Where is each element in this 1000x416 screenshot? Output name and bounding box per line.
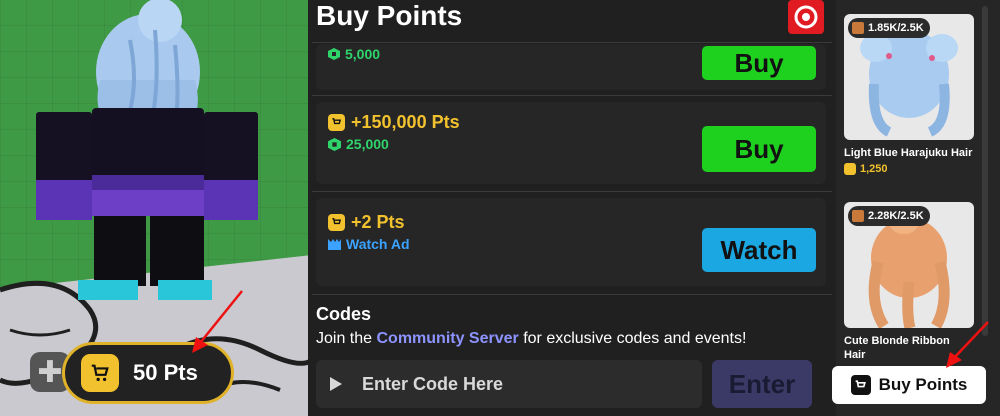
- offer-price-value: Watch Ad: [346, 236, 410, 252]
- codes-desc-suffix: for exclusive codes and events!: [518, 330, 747, 347]
- buy-button[interactable]: Buy: [702, 46, 816, 80]
- codes-description: Join the Community Server for exclusive …: [316, 330, 746, 348]
- shop-scrollbar[interactable]: [982, 6, 988, 336]
- play-icon: [330, 377, 342, 391]
- watch-button-label: Watch: [720, 234, 798, 265]
- buy-points-panel: Buy Points 5,000 Buy +150,000 Pts 25,000…: [308, 0, 836, 416]
- offer-amount: +2 Pts: [328, 212, 405, 233]
- offer-card: +150,000 Pts 25,000 Buy: [316, 102, 826, 184]
- offer-amount: +150,000 Pts: [328, 112, 460, 133]
- shop-item-thumbnail: 2.28K/2.5K: [844, 202, 974, 328]
- robux-icon: [328, 48, 340, 60]
- shop-item-card[interactable]: 1.85K/2.5K Light Blue Harajuku Hair 1,25…: [844, 14, 974, 175]
- shop-item-thumbnail: 1.85K/2.5K: [844, 14, 974, 140]
- cart-icon: [328, 214, 345, 231]
- divider: [312, 191, 832, 192]
- divider: [312, 294, 832, 295]
- plus-icon: ✚: [37, 354, 63, 390]
- divider: [312, 42, 832, 43]
- buy-button-label: Buy: [734, 47, 784, 78]
- offer-amount-value: +150,000 Pts: [351, 112, 460, 132]
- ad-icon: [328, 238, 341, 250]
- enter-button-label: Enter: [728, 368, 796, 399]
- player-avatar: [36, 0, 258, 300]
- stock-value: 1.85K/2.5K: [868, 22, 924, 34]
- points-balance-pill[interactable]: 50 Pts: [62, 342, 234, 404]
- shop-item-price-value: 1,250: [860, 163, 888, 175]
- offer-price: Watch Ad: [328, 236, 410, 252]
- stock-badge: 2.28K/2.5K: [848, 206, 930, 226]
- shop-item-card[interactable]: 2.28K/2.5K Cute Blonde Ribbon Hair: [844, 202, 974, 362]
- enter-button[interactable]: Enter: [712, 360, 812, 408]
- cart-icon: [844, 163, 856, 175]
- offer-price-value: 25,000: [346, 136, 389, 152]
- panel-title: Buy Points: [316, 0, 463, 31]
- cart-icon: [81, 354, 119, 392]
- offer-card: +2 Pts Watch Ad Watch: [316, 198, 826, 286]
- offer-price-value: 5,000: [345, 46, 381, 62]
- box-icon: [852, 22, 864, 34]
- shop-sidebar: 1.85K/2.5K Light Blue Harajuku Hair 1,25…: [836, 0, 1000, 416]
- buy-button-label: Buy: [734, 133, 784, 164]
- shop-item-name: Light Blue Harajuku Hair: [844, 147, 973, 159]
- game-viewport[interactable]: ✚ 50 Pts: [0, 0, 312, 416]
- offer-amount-value: +2 Pts: [351, 212, 405, 232]
- cart-icon: [850, 375, 871, 395]
- box-icon: [852, 210, 864, 222]
- cart-icon: [328, 114, 345, 131]
- community-server-link[interactable]: Community Server: [376, 330, 518, 347]
- stock-badge: 1.85K/2.5K: [848, 18, 930, 38]
- offer-price: 25,000: [328, 136, 389, 152]
- buy-button[interactable]: Buy: [702, 126, 816, 172]
- codes-heading: Codes: [316, 304, 372, 324]
- close-button[interactable]: [788, 0, 824, 34]
- close-icon: [794, 5, 818, 29]
- points-balance-label: 50 Pts: [133, 360, 198, 385]
- watch-ad-button[interactable]: Watch: [702, 228, 816, 272]
- robux-icon: [328, 137, 341, 151]
- code-input[interactable]: Enter Code Here: [316, 360, 702, 408]
- divider: [312, 95, 832, 96]
- stock-value: 2.28K/2.5K: [868, 210, 924, 222]
- shop-item-name: Cute Blonde Ribbon Hair: [844, 335, 950, 361]
- code-input-placeholder: Enter Code Here: [362, 373, 504, 394]
- shop-item-price: 1,250: [844, 163, 974, 175]
- offer-price: 5,000: [328, 46, 380, 62]
- buy-points-label: Buy Points: [878, 375, 968, 394]
- codes-desc-prefix: Join the: [316, 330, 377, 347]
- offer-card: 5,000 Buy: [316, 44, 826, 90]
- buy-points-button[interactable]: Buy Points: [832, 366, 986, 404]
